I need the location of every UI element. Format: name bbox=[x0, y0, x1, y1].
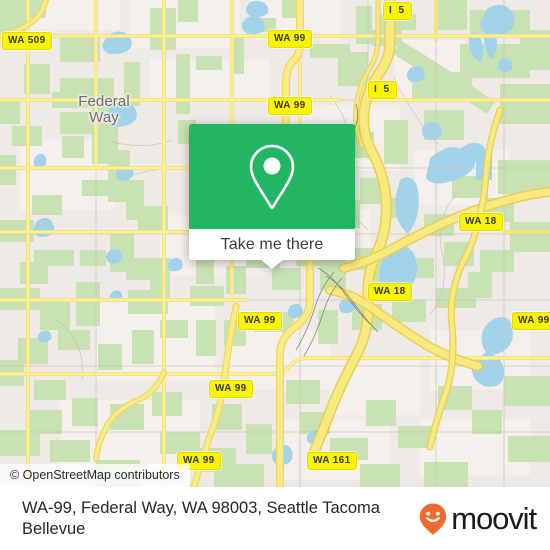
callout-body bbox=[189, 124, 355, 229]
osm-attribution-text: © OpenStreetMap contributors bbox=[10, 468, 180, 482]
shield-wa-99-2: WA 99 bbox=[268, 97, 312, 115]
shield-wa-99-4: WA 99 bbox=[238, 312, 282, 330]
take-me-there-button[interactable]: Take me there bbox=[189, 229, 355, 260]
footer-bar: WA-99, Federal Way, WA 98003, Seattle Ta… bbox=[0, 487, 550, 550]
shield-i-5-1: I 5 bbox=[383, 2, 413, 20]
shield-wa-99-5: WA 99 bbox=[209, 380, 253, 398]
shield-wa-509: WA 509 bbox=[2, 32, 52, 50]
moovit-logo[interactable]: moovit bbox=[418, 501, 537, 536]
shield-wa-99-3: WA 99 bbox=[512, 312, 550, 330]
location-title: WA-99, Federal Way, WA 98003, Seattle Ta… bbox=[22, 498, 380, 538]
osm-attribution[interactable]: © OpenStreetMap contributors bbox=[0, 464, 190, 487]
callout-pointer bbox=[260, 259, 284, 269]
take-me-there-label: Take me there bbox=[220, 235, 324, 253]
shield-wa-18-1: WA 18 bbox=[459, 213, 503, 231]
shield-wa-18-2: WA 18 bbox=[368, 283, 412, 301]
moovit-smiley-pin-icon bbox=[420, 503, 447, 534]
map-pin-icon bbox=[249, 144, 295, 209]
shield-i-5-2: I 5 bbox=[368, 81, 398, 99]
screenshot-root: Federal Way WA 509 WA 99 WA 99 I 5 I 5 W… bbox=[0, 0, 550, 550]
moovit-wordmark: moovit bbox=[451, 501, 537, 536]
shield-wa-161: WA 161 bbox=[307, 452, 357, 470]
shield-wa-99-1: WA 99 bbox=[268, 30, 312, 48]
take-me-there-callout[interactable]: Take me there bbox=[189, 124, 355, 269]
map-canvas[interactable]: Federal Way WA 509 WA 99 WA 99 I 5 I 5 W… bbox=[0, 0, 550, 487]
